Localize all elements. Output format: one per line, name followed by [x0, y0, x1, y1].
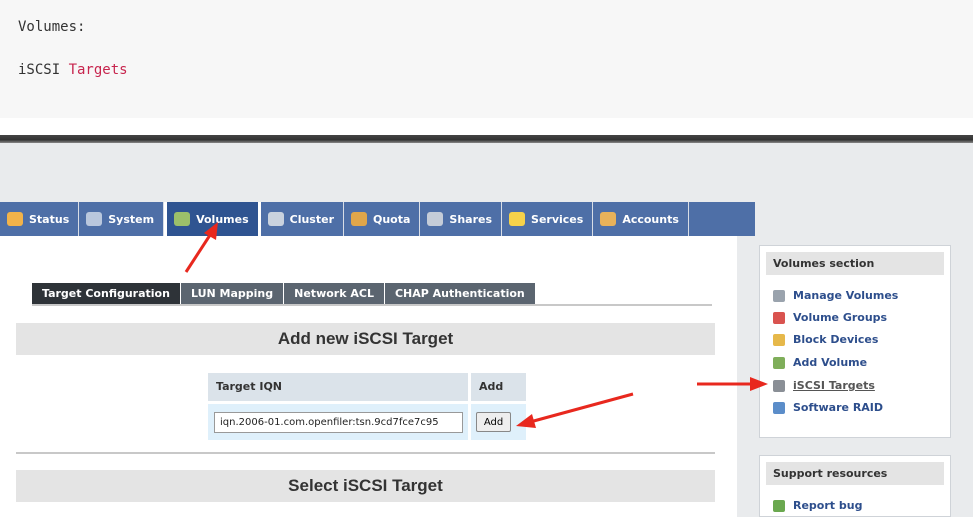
- add-target-heading: Add new iSCSI Target: [16, 323, 715, 355]
- sidebar-item-report-bug[interactable]: Report bug: [773, 499, 862, 512]
- volumes-section-title: Volumes section: [766, 252, 944, 275]
- system-icon: [86, 212, 103, 226]
- add-cell: Add: [471, 404, 526, 440]
- sub-tabs: Target Configuration LUN Mapping Network…: [32, 283, 536, 304]
- volumes-icon: [174, 212, 191, 226]
- sidebar-item-volume-groups[interactable]: Volume Groups: [773, 311, 887, 324]
- select-target-heading: Select iSCSI Target: [16, 470, 715, 502]
- services-icon: [509, 212, 526, 226]
- code-keyword: Targets: [68, 62, 128, 78]
- nav-tab-label: Quota: [373, 212, 411, 226]
- sidebar-item-label: Volume Groups: [793, 311, 888, 324]
- sidebar-item-block-devices[interactable]: Block Devices: [773, 333, 878, 346]
- manage-volumes-icon: [773, 289, 785, 302]
- status-icon: [7, 212, 23, 226]
- nav-tab-services[interactable]: Services: [502, 202, 594, 236]
- iscsi-targets-icon: [773, 379, 785, 392]
- block-devices-icon: [773, 333, 785, 346]
- nav-tab-accounts[interactable]: Accounts: [593, 202, 689, 236]
- nav-tab-volumes[interactable]: Volumes: [164, 202, 261, 236]
- sidebar-item-label: iSCSI Targets: [793, 379, 875, 392]
- cluster-icon: [267, 212, 284, 226]
- sidebar-item-iscsi-targets[interactable]: iSCSI Targets: [773, 379, 875, 392]
- nav-tab-status[interactable]: Status: [0, 202, 80, 236]
- shares-icon: [427, 212, 444, 226]
- nav-tab-label: System: [108, 212, 155, 226]
- nav-tab-label: Shares: [449, 212, 493, 226]
- accounts-icon: [600, 212, 617, 226]
- section-divider: [16, 452, 715, 454]
- code-line-volumes: Volumes:: [18, 19, 86, 35]
- sidebar-item-label: Software RAID: [793, 401, 884, 414]
- volumes-section-box: Volumes section Manage Volumes Volume Gr…: [759, 245, 951, 438]
- sidebar-item-manage-volumes[interactable]: Manage Volumes: [773, 289, 898, 302]
- table-header-row: Target IQN Add: [208, 373, 526, 401]
- sub-tab-chap-authentication[interactable]: CHAP Authentication: [384, 283, 536, 304]
- sub-tab-underline: [32, 304, 712, 306]
- nav-tab-label: Cluster: [289, 212, 334, 226]
- column-header-add: Add: [471, 373, 526, 401]
- sub-tab-target-configuration[interactable]: Target Configuration: [32, 283, 181, 304]
- main-nav: Status System Volumes Cluster Quota Shar…: [0, 202, 755, 236]
- report-bug-icon: [773, 499, 785, 512]
- support-resources-box: Support resources Report bug: [759, 455, 951, 517]
- sidebar-item-label: Manage Volumes: [793, 289, 899, 302]
- sidebar-item-add-volume[interactable]: Add Volume: [773, 356, 867, 369]
- table-row: Add: [208, 404, 526, 440]
- nav-tab-system[interactable]: System: [79, 202, 165, 236]
- sidebar-item-software-raid[interactable]: Software RAID: [773, 401, 883, 414]
- sub-tab-network-acl[interactable]: Network ACL: [284, 283, 385, 304]
- target-iqn-input[interactable]: [214, 411, 463, 433]
- code-block: Volumes: iSCSI Targets: [0, 0, 973, 118]
- nav-tab-label: Accounts: [622, 212, 679, 226]
- sub-tab-lun-mapping[interactable]: LUN Mapping: [180, 283, 285, 304]
- divider-bar: [0, 135, 973, 143]
- volume-groups-icon: [773, 311, 785, 324]
- support-resources-title: Support resources: [766, 462, 944, 485]
- nav-tab-label: Volumes: [196, 212, 249, 226]
- nav-tab-quota[interactable]: Quota: [344, 202, 421, 236]
- add-target-table: Target IQN Add Add: [208, 373, 526, 440]
- nav-tab-label: Status: [29, 212, 70, 226]
- software-raid-icon: [773, 401, 785, 414]
- code-text: iSCSI: [18, 62, 69, 78]
- nav-tab-cluster[interactable]: Cluster: [261, 202, 344, 236]
- nav-tab-label: Services: [531, 212, 584, 226]
- code-line-iscsi-targets: iSCSI Targets: [18, 62, 128, 78]
- add-volume-icon: [773, 356, 785, 369]
- nav-tab-shares[interactable]: Shares: [420, 202, 503, 236]
- column-header-target-iqn: Target IQN: [208, 373, 468, 401]
- iqn-cell: [208, 404, 468, 440]
- sidebar-item-label: Report bug: [793, 499, 863, 512]
- add-target-button[interactable]: Add: [476, 412, 511, 432]
- sidebar-item-label: Add Volume: [793, 356, 868, 369]
- quota-icon: [351, 212, 367, 226]
- sidebar-item-label: Block Devices: [793, 333, 879, 346]
